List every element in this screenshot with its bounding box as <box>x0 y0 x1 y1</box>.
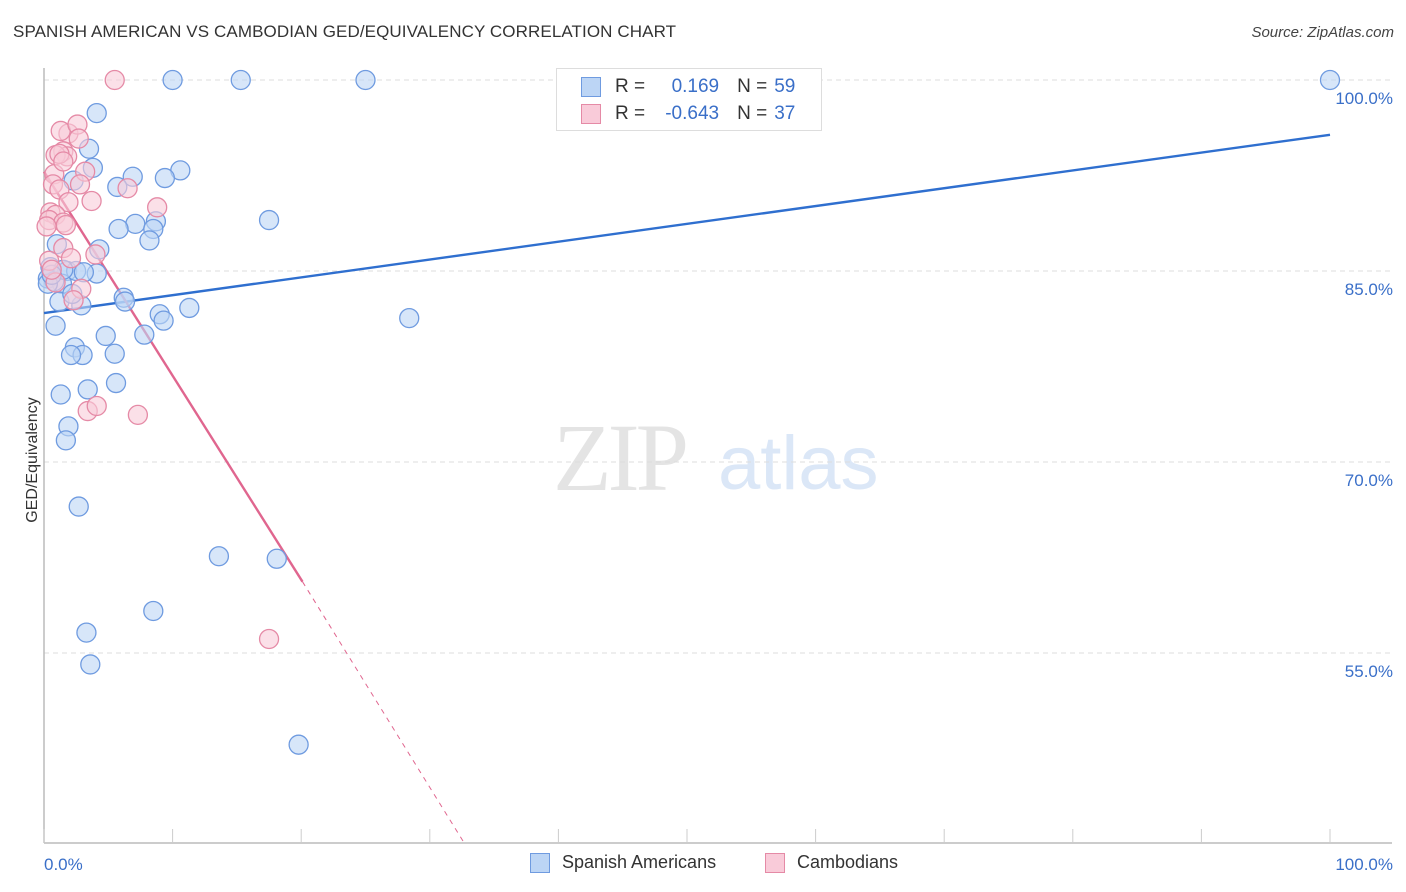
data-point <box>45 315 66 336</box>
gridlines <box>44 79 1392 654</box>
data-point <box>266 548 287 569</box>
legend-row-spanish-americans: R = 0.169 N = 59 <box>581 75 795 99</box>
data-point <box>230 69 251 91</box>
trend-line-cambodians <box>42 171 304 583</box>
trend-lines <box>42 133 1331 842</box>
tick-labels: 100.0% 85.0% 70.0% 55.0% 0.0% 100.0% <box>44 89 1393 874</box>
data-point <box>95 325 116 347</box>
data-point <box>69 174 91 195</box>
data-point <box>134 324 155 345</box>
n-value: 59 <box>774 76 796 97</box>
r-label: R = <box>615 76 646 97</box>
data-point <box>68 128 89 149</box>
legend-label: Spanish Americans <box>562 852 717 872</box>
x-tick-label: 100.0% <box>1335 855 1393 874</box>
data-point <box>55 430 77 451</box>
data-point <box>179 297 200 319</box>
data-point <box>36 216 57 237</box>
n-value: 37 <box>774 103 796 124</box>
legend-item-spanish-americans[interactable]: Spanish Americans <box>530 852 716 873</box>
data-point <box>162 69 183 91</box>
y-tick-label: 85.0% <box>1345 280 1393 299</box>
trend-line-extension <box>302 581 464 842</box>
legend-swatch-blue <box>581 77 601 97</box>
stats-legend: R = 0.169 N = 59 R = -0.643 N = 37 <box>556 68 822 131</box>
legend-swatch-pink <box>581 104 601 124</box>
r-value: -0.643 <box>665 103 720 124</box>
data-point <box>114 291 136 312</box>
data-point <box>355 69 376 91</box>
data-point <box>55 215 77 236</box>
data-points <box>36 69 1341 755</box>
legend-item-cambodians[interactable]: Cambodians <box>765 852 898 873</box>
y-tick-label: 100.0% <box>1335 89 1393 108</box>
data-point <box>104 343 125 364</box>
data-point <box>208 546 230 567</box>
data-point <box>1319 69 1341 91</box>
trend-line-spanish-americans <box>43 133 1331 315</box>
data-point <box>60 248 82 269</box>
data-point <box>125 213 146 235</box>
x-tick-label: 0.0% <box>44 855 83 874</box>
r-value: 0.169 <box>671 76 720 97</box>
r-label: R = <box>615 103 646 124</box>
legend-swatch-blue <box>530 852 550 873</box>
data-point <box>53 151 74 172</box>
data-point <box>127 404 149 426</box>
n-label: N = <box>737 103 768 124</box>
data-point <box>104 69 125 91</box>
scatter-plot: 100.0% 85.0% 70.0% 55.0% 0.0% 100.0% GED/Equi… <box>24 68 1393 874</box>
data-point <box>60 344 82 366</box>
data-point <box>154 167 176 189</box>
data-point <box>63 290 84 311</box>
data-point <box>139 230 160 251</box>
data-point <box>258 209 280 231</box>
series-spanish-americans <box>37 69 1341 755</box>
data-point <box>80 654 101 675</box>
y-tick-label: 55.0% <box>1345 662 1393 681</box>
data-point <box>258 628 280 650</box>
data-point <box>68 496 89 517</box>
data-point <box>288 734 309 755</box>
data-point <box>41 259 62 280</box>
data-point <box>81 190 102 212</box>
data-point <box>50 384 71 405</box>
y-tick-label: 70.0% <box>1345 471 1393 490</box>
data-point <box>105 372 127 394</box>
axes <box>43 68 1392 844</box>
data-point <box>85 244 106 265</box>
y-axis-label: GED/Equivalency <box>24 397 41 522</box>
data-point <box>77 379 98 400</box>
data-point <box>86 102 107 124</box>
data-point <box>399 307 420 329</box>
data-point <box>108 218 129 240</box>
data-point <box>143 600 164 622</box>
n-label: N = <box>737 76 768 97</box>
data-point <box>86 395 107 417</box>
legend-swatch-pink <box>765 852 785 873</box>
data-point <box>147 197 168 218</box>
legend-label: Cambodians <box>797 852 899 872</box>
data-point <box>153 310 174 331</box>
legend-row-cambodians: R = -0.643 N = 37 <box>581 102 795 126</box>
data-point <box>117 178 138 199</box>
data-point <box>76 622 97 643</box>
